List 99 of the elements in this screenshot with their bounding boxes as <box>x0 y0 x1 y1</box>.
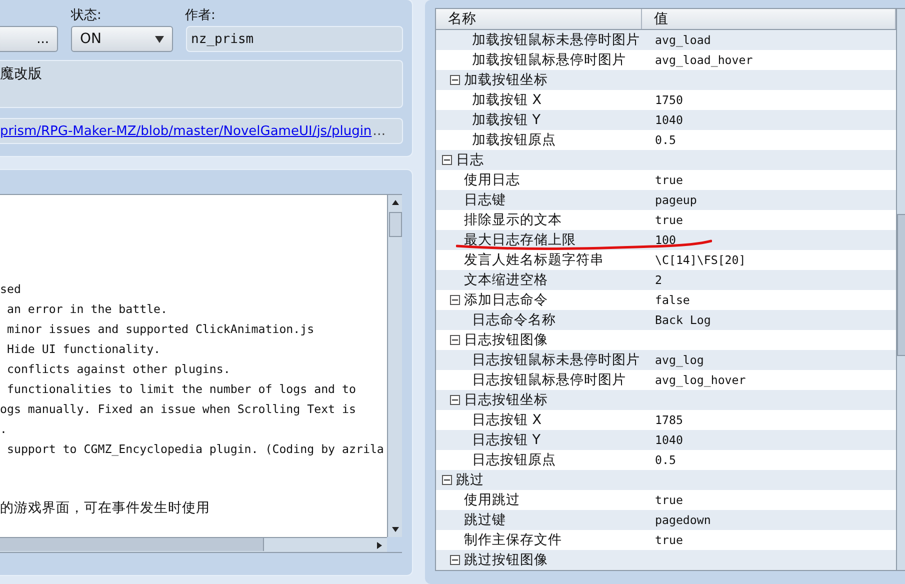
collapse-icon[interactable] <box>450 335 460 345</box>
scrollbar-thumb[interactable] <box>0 538 264 551</box>
parameter-value: 100 <box>654 232 676 246</box>
parameter-value: Back Log <box>654 312 711 326</box>
scrollbar-thumb[interactable] <box>897 214 905 356</box>
collapse-icon[interactable] <box>450 295 460 305</box>
parameter-name: 加载按钮坐标 <box>464 71 548 90</box>
parameter-row[interactable]: 跳过按钮图像 <box>436 550 896 570</box>
collapse-icon[interactable] <box>442 155 452 165</box>
parameter-row[interactable]: 加载按钮坐标 <box>436 70 896 90</box>
parameter-value: avg_log <box>654 352 704 366</box>
parameter-name: 日志按钮图像 <box>464 331 548 350</box>
parameter-name: 日志按钮 Y <box>472 431 541 450</box>
plugin-link[interactable]: prism/RPG-Maker-MZ/blob/master/NovelGameUI/js/plugin <box>0 124 372 138</box>
parameter-name: 最大日志存储上限 <box>464 231 576 250</box>
parameter-row[interactable]: 发言人姓名标题字符串 \C[14]\FS[20] <box>436 250 896 270</box>
parameter-row[interactable]: 添加日志命令 false <box>436 290 896 310</box>
parameter-value: true <box>654 172 683 186</box>
parameter-name: 使用跳过 <box>464 491 520 510</box>
parameter-row[interactable]: 日志按钮图像 <box>436 330 896 350</box>
parameter-row[interactable]: 使用日志 true <box>436 170 896 190</box>
parameter-name: 文本缩进空格 <box>464 271 548 290</box>
status-label: 状态: <box>71 8 102 24</box>
collapse-icon[interactable] <box>450 555 460 565</box>
parameter-row[interactable]: 加载按钮鼠标悬停时图片 avg_load_hover <box>436 50 896 70</box>
parameter-row[interactable]: 日志按钮 X 1785 <box>436 410 896 430</box>
parameter-value: avg_load_hover <box>654 52 753 66</box>
parameter-row[interactable]: 跳过键 pagedown <box>436 510 896 530</box>
dropdown-arrow-icon <box>155 36 164 42</box>
parameter-row[interactable]: 加载按钮 X 1750 <box>436 90 896 110</box>
parameter-name: 跳过键 <box>464 511 506 530</box>
parameter-row[interactable]: 日志按钮原点 0.5 <box>436 450 896 470</box>
parameter-name: 日志按钮坐标 <box>464 391 548 410</box>
parameter-name: 日志 <box>456 151 484 170</box>
parameter-value: pagedown <box>654 512 711 526</box>
parameter-row[interactable]: 日志按钮鼠标悬停时图片 avg_log_hover <box>436 370 896 390</box>
parameter-value: \C[14]\FS[20] <box>654 252 746 266</box>
horizontal-scrollbar[interactable] <box>0 537 387 552</box>
collapse-icon[interactable] <box>450 395 460 405</box>
parameter-value: true <box>654 212 683 226</box>
parameter-row[interactable]: 制作主保存文件 true <box>436 530 896 550</box>
ellipsis-text: … <box>372 124 386 138</box>
parameter-row[interactable]: 加载按钮鼠标未悬停时图片 avg_load <box>436 30 896 50</box>
parameter-name: 添加日志命令 <box>464 291 548 310</box>
parameter-row[interactable]: 文本缩进空格 2 <box>436 270 896 290</box>
parameter-name: 日志命令名称 <box>472 311 556 330</box>
parameter-row[interactable]: 日志按钮 Y 1040 <box>436 430 896 450</box>
parameter-name: 加载按钮原点 <box>472 131 556 150</box>
parameter-name: 加载按钮 Y <box>472 111 541 130</box>
parameter-name: 跳过 <box>456 471 484 490</box>
parameter-value: 1750 <box>654 92 683 106</box>
parameter-name: 发言人姓名标题字符串 <box>464 251 604 270</box>
column-header[interactable]: 名称 <box>436 9 642 29</box>
parameter-row[interactable]: 日志命令名称 Back Log <box>436 310 896 330</box>
parameter-value: 0.5 <box>654 132 676 146</box>
parameter-name: 使用日志 <box>464 171 520 190</box>
parameter-value: true <box>654 532 683 546</box>
parameter-value: 2 <box>654 272 662 286</box>
parameter-row[interactable]: 跳过 <box>436 470 896 490</box>
parameter-row[interactable]: 排除显示的文本 true <box>436 210 896 230</box>
parameter-name: 加载按钮鼠标未悬停时图片 <box>472 31 640 50</box>
parameter-value: avg_log_hover <box>654 372 746 386</box>
parameter-value: pageup <box>654 192 697 206</box>
parameter-value: 1785 <box>654 412 683 426</box>
parameter-name: 加载按钮 X <box>472 91 542 110</box>
parameter-value: 1040 <box>654 112 683 126</box>
browse-button[interactable]: ... <box>0 26 58 52</box>
parameter-name: 制作主保存文件 <box>464 531 562 550</box>
parameter-row[interactable]: 使用跳过 true <box>436 490 896 510</box>
status-dropdown[interactable]: ON <box>71 26 173 52</box>
parameter-value: true <box>654 492 683 506</box>
parameter-name: 加载按钮鼠标悬停时图片 <box>472 51 626 70</box>
parameter-name: 跳过按钮图像 <box>464 551 548 570</box>
author-field[interactable]: nz_prism <box>186 26 403 52</box>
parameter-name: 日志按钮鼠标悬停时图片 <box>472 371 626 390</box>
parameter-name: 日志按钮鼠标未悬停时图片 <box>472 351 640 370</box>
parameter-row[interactable]: 日志按钮坐标 <box>436 390 896 410</box>
collapse-icon[interactable] <box>450 75 460 85</box>
help-text-area[interactable]: sed an error in the battle. minor issues and supported ClickAnimation.js Hide UI functionality. conflicts against other plugins. functionalities to limit the number of logs and to ogs manually. Fixed an issue when Scrolling Text is . support to CGMZ_Encyclopedia plugin. (Coding by azrila 的游戏界面，可在事件发生时使用 <box>0 195 387 537</box>
parameter-value: 0.5 <box>654 452 676 466</box>
parameter-value: 1040 <box>654 432 683 446</box>
parameter-value: false <box>654 292 690 306</box>
scrollbar-thumb[interactable] <box>389 212 402 237</box>
parameter-row[interactable]: 日志按钮鼠标未悬停时图片 avg_log <box>436 350 896 370</box>
parameter-name: 日志按钮 X <box>472 411 542 430</box>
parameter-row[interactable]: 加载按钮原点 0.5 <box>436 130 896 150</box>
parameter-name: 日志按钮原点 <box>472 451 556 470</box>
description-text: 魔改版 <box>0 66 42 82</box>
vertical-scrollbar[interactable] <box>896 9 905 570</box>
parameter-row[interactable]: 日志 <box>436 150 896 170</box>
parameter-row[interactable]: 最大日志存储上限 100 <box>436 230 896 250</box>
parameter-name: 排除显示的文本 <box>464 211 562 230</box>
author-label: 作者: <box>185 8 216 24</box>
vertical-scrollbar[interactable] <box>387 195 402 537</box>
parameter-value: avg_load <box>654 32 711 46</box>
parameter-row[interactable]: 日志键 pageup <box>436 190 896 210</box>
parameter-name: 日志键 <box>464 191 506 210</box>
collapse-icon[interactable] <box>442 475 452 485</box>
parameter-row[interactable]: 加载按钮 Y 1040 <box>436 110 896 130</box>
